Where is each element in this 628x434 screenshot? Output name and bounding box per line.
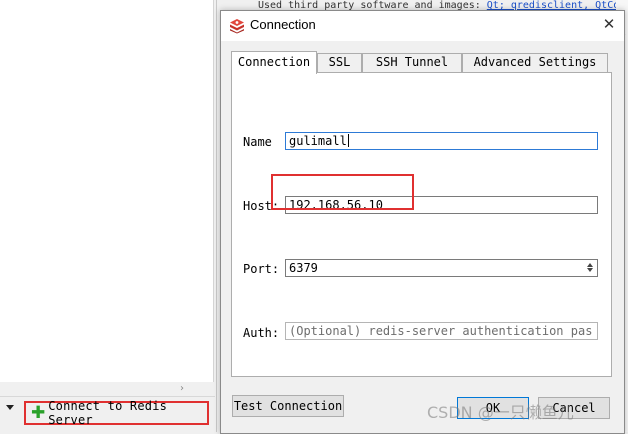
spin-up-icon[interactable] <box>587 263 593 267</box>
auth-label: Auth: <box>243 326 280 340</box>
connections-tree[interactable] <box>0 0 214 382</box>
tab-connection[interactable]: Connection <box>231 51 317 74</box>
auth-placeholder: (Optional) redis-server authentication p… <box>289 324 593 338</box>
plus-icon: ✚ <box>31 403 46 423</box>
spin-down-icon[interactable] <box>587 268 593 272</box>
name-value: gulimall <box>289 134 347 148</box>
auth-input[interactable]: (Optional) redis-server authentication p… <box>285 322 598 340</box>
connect-to-redis-server-button[interactable]: ✚ Connect to Redis Server <box>24 399 209 427</box>
port-label: Port: <box>243 262 280 276</box>
connect-button-label: Connect to Redis Server <box>48 399 168 427</box>
text-caret <box>347 134 349 147</box>
watermark: CSDN @一只懒鱼儿 <box>427 403 574 422</box>
port-value: 6379 <box>289 261 318 275</box>
scroll-right-arrow-icon[interactable]: › <box>180 383 184 394</box>
port-spinbox[interactable]: 6379 <box>285 259 598 277</box>
tab-ssh-tunnel[interactable]: SSH Tunnel <box>362 53 462 72</box>
port-spin-buttons[interactable] <box>584 261 596 275</box>
test-connection-button[interactable]: Test Connection <box>232 395 344 417</box>
connections-pane: › <box>0 0 215 432</box>
name-input[interactable]: gulimall <box>285 132 598 150</box>
connection-tab-panel: Name gulimall Host: 192.168.56.10 Port: … <box>231 72 612 377</box>
tab-advanced-settings[interactable]: Advanced Settings <box>462 53 608 72</box>
dropdown-arrow-icon[interactable] <box>6 405 14 410</box>
dialog-titlebar[interactable]: Connection ✕ <box>221 11 624 41</box>
redis-logo-icon <box>230 19 244 34</box>
name-label: Name <box>243 135 272 149</box>
dialog-title: Connection <box>250 17 316 32</box>
close-icon[interactable]: ✕ <box>599 14 619 34</box>
tab-ssl[interactable]: SSL <box>317 53 362 72</box>
connection-dialog: Connection ✕ Connection SSL SSH Tunnel A… <box>220 10 625 434</box>
host-highlight-annotation <box>271 174 414 210</box>
